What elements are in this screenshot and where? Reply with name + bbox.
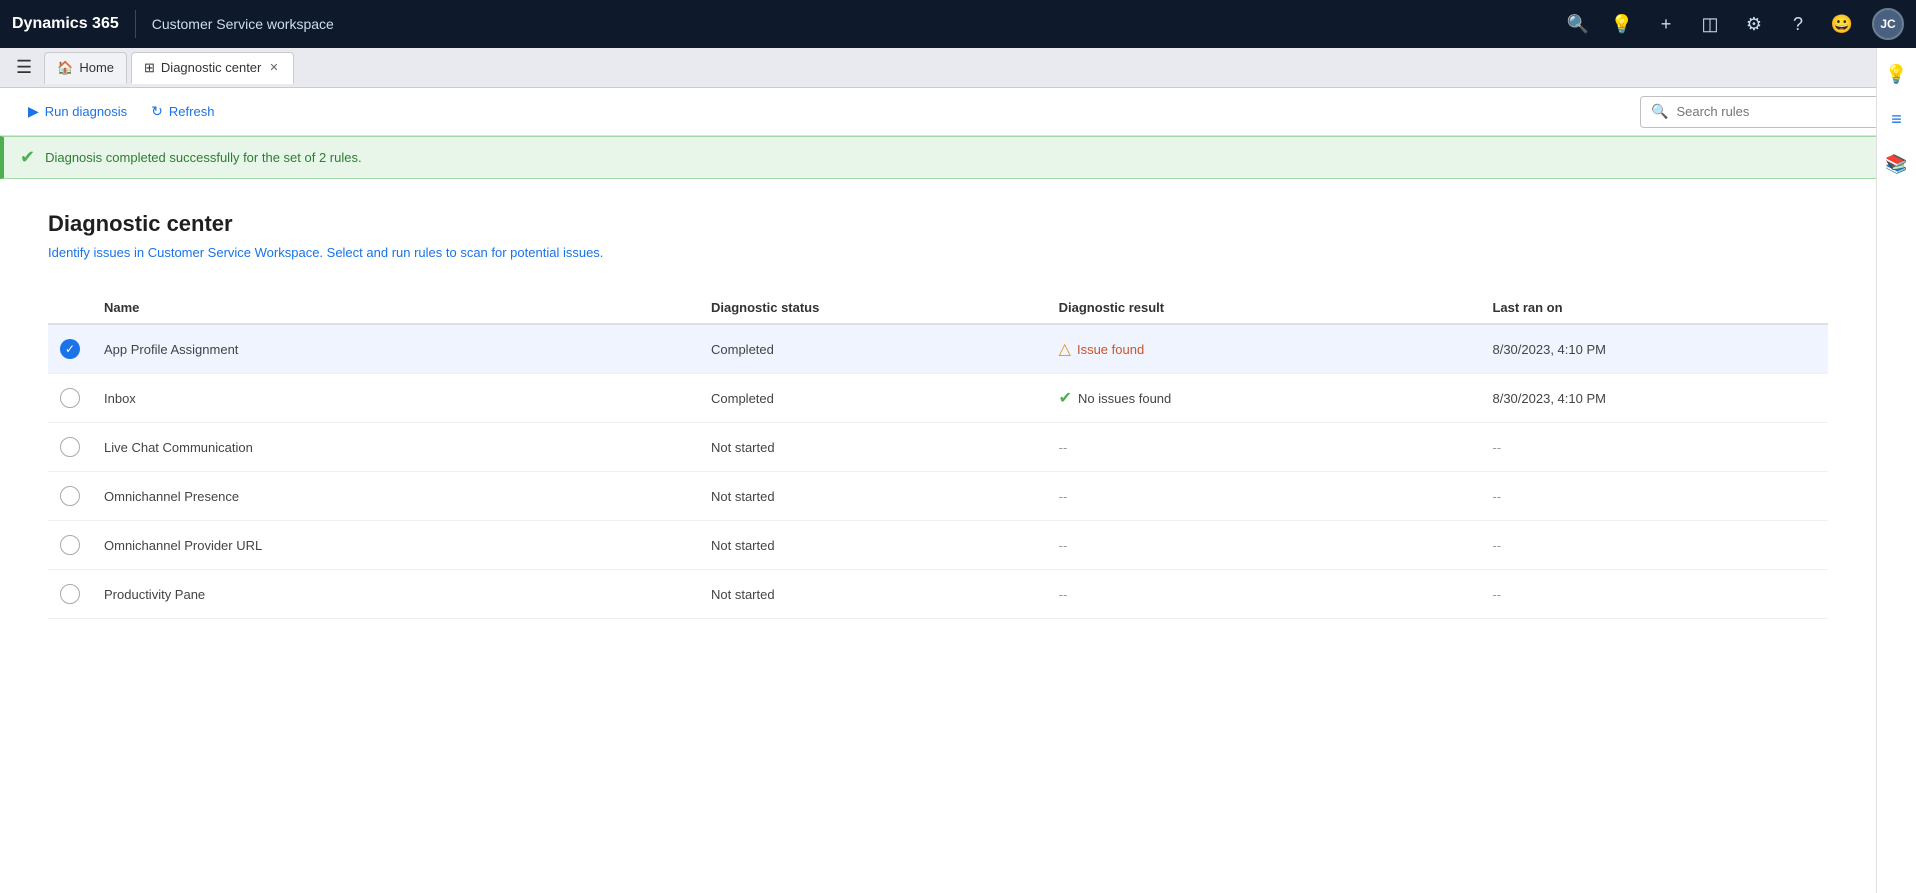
no-issues-result: ✔ No issues found (1059, 388, 1469, 408)
tab-home-label: Home (79, 60, 114, 75)
row-checkbox[interactable] (60, 437, 80, 457)
right-lightbulb-icon[interactable]: 💡 (1881, 60, 1911, 89)
topbar: Dynamics 365 Customer Service workspace … (0, 0, 1916, 48)
search-rules-input[interactable] (1676, 104, 1889, 119)
notification-check-icon: ✔ (20, 147, 35, 168)
close-tab-button[interactable]: ✕ (267, 59, 280, 76)
page-title: Diagnostic center (48, 211, 1828, 237)
tabbar: ☰ 🏠 Home ⊞ Diagnostic center ✕ (0, 48, 1916, 88)
search-icon[interactable]: 🔍 (1564, 10, 1592, 38)
row-checkbox[interactable] (60, 584, 80, 604)
row-last-ran: 8/30/2023, 4:10 PM (1480, 324, 1828, 374)
row-name: App Profile Assignment (92, 324, 699, 374)
plus-icon[interactable]: + (1652, 10, 1680, 38)
right-sidebar: 💡 ≡ 📚 (1876, 48, 1916, 893)
smiley-icon[interactable]: 😀 (1828, 10, 1856, 38)
col-header-status: Diagnostic status (699, 292, 1047, 324)
lightbulb-icon[interactable]: 💡 (1608, 10, 1636, 38)
col-header-lastran: Last ran on (1480, 292, 1828, 324)
row-last-ran: 8/30/2023, 4:10 PM (1480, 374, 1828, 423)
tab-diagnostic-label: Diagnostic center (161, 60, 261, 75)
row-result: ✔ No issues found (1047, 374, 1481, 423)
table-row[interactable]: InboxCompleted ✔ No issues found 8/30/20… (48, 374, 1828, 423)
row-result: -- (1047, 521, 1481, 570)
row-status: Completed (699, 374, 1047, 423)
app-name: Customer Service workspace (152, 16, 334, 32)
row-result: -- (1047, 570, 1481, 619)
table-row[interactable]: Omnichannel PresenceNot started -- -- (48, 472, 1828, 521)
row-checkbox-checked[interactable]: ✓ (60, 339, 80, 359)
result-dash: -- (1059, 489, 1068, 504)
result-dash: -- (1059, 587, 1068, 602)
row-checkbox[interactable] (60, 486, 80, 506)
table-row[interactable]: Live Chat CommunicationNot started -- -- (48, 423, 1828, 472)
row-name: Omnichannel Presence (92, 472, 699, 521)
row-status: Not started (699, 570, 1047, 619)
search-rules-box: 🔍 (1640, 96, 1900, 128)
right-book-icon[interactable]: 📚 (1881, 150, 1911, 179)
page-subtitle: Identify issues in Customer Service Work… (48, 245, 1828, 260)
table-row[interactable]: Productivity PaneNot started -- -- (48, 570, 1828, 619)
help-icon[interactable]: ? (1784, 10, 1812, 38)
tab-diagnostic[interactable]: ⊞ Diagnostic center ✕ (131, 52, 294, 84)
row-result: -- (1047, 423, 1481, 472)
last-ran-dash: -- (1492, 440, 1501, 455)
diagnostic-tab-icon: ⊞ (144, 60, 155, 76)
col-header-checkbox (48, 292, 92, 324)
warning-icon: △ (1059, 339, 1071, 359)
tab-home[interactable]: 🏠 Home (44, 52, 127, 84)
row-status: Not started (699, 472, 1047, 521)
last-ran-dash: -- (1492, 489, 1501, 504)
last-ran-dash: -- (1492, 538, 1501, 553)
row-name: Productivity Pane (92, 570, 699, 619)
checkmark-circle-icon: ✔ (1059, 388, 1072, 408)
row-name: Live Chat Communication (92, 423, 699, 472)
table-row[interactable]: Omnichannel Provider URLNot started -- -- (48, 521, 1828, 570)
row-status: Not started (699, 423, 1047, 472)
refresh-icon: ↻ (151, 103, 163, 120)
notification-bar: ✔ Diagnosis completed successfully for t… (0, 136, 1916, 179)
col-header-name: Name (92, 292, 699, 324)
hamburger-menu[interactable]: ☰ (8, 53, 40, 82)
row-name: Omnichannel Provider URL (92, 521, 699, 570)
row-checkbox[interactable] (60, 535, 80, 555)
home-icon: 🏠 (57, 60, 73, 76)
main-content: Diagnostic center Identify issues in Cus… (0, 179, 1876, 651)
row-last-ran: -- (1480, 472, 1828, 521)
search-rules-icon: 🔍 (1651, 103, 1668, 120)
row-status: Completed (699, 324, 1047, 374)
issue-found-text: Issue found (1077, 342, 1144, 357)
row-status: Not started (699, 521, 1047, 570)
result-dash: -- (1059, 538, 1068, 553)
settings-icon[interactable]: ⚙ (1740, 10, 1768, 38)
row-result[interactable]: △ Issue found (1047, 324, 1481, 374)
avatar[interactable]: JC (1872, 8, 1904, 40)
right-list-icon[interactable]: ≡ (1887, 105, 1906, 134)
topbar-divider (135, 10, 136, 38)
filter-icon[interactable]: ◫ (1696, 10, 1724, 38)
play-icon: ▶ (28, 103, 39, 120)
table-row[interactable]: ✓ App Profile AssignmentCompleted △ Issue… (48, 324, 1828, 374)
row-last-ran: -- (1480, 521, 1828, 570)
result-dash: -- (1059, 440, 1068, 455)
refresh-label: Refresh (169, 104, 215, 119)
row-last-ran: -- (1480, 423, 1828, 472)
last-ran-dash: -- (1492, 587, 1501, 602)
row-last-ran: -- (1480, 570, 1828, 619)
diagnostic-table: Name Diagnostic status Diagnostic result… (48, 292, 1828, 619)
row-checkbox[interactable] (60, 388, 80, 408)
topbar-icons: 🔍 💡 + ◫ ⚙ ? 😀 JC (1564, 8, 1904, 40)
no-issues-text: No issues found (1078, 391, 1171, 406)
run-diagnosis-label: Run diagnosis (45, 104, 127, 119)
row-name: Inbox (92, 374, 699, 423)
col-header-result: Diagnostic result (1047, 292, 1481, 324)
run-diagnosis-button[interactable]: ▶ Run diagnosis (16, 97, 139, 126)
brand-name: Dynamics 365 (12, 15, 119, 33)
row-result: -- (1047, 472, 1481, 521)
toolbar: ▶ Run diagnosis ↻ Refresh 🔍 (0, 88, 1916, 136)
refresh-button[interactable]: ↻ Refresh (139, 97, 226, 126)
notification-message: Diagnosis completed successfully for the… (45, 150, 1874, 165)
issue-found-link[interactable]: △ Issue found (1059, 339, 1469, 359)
